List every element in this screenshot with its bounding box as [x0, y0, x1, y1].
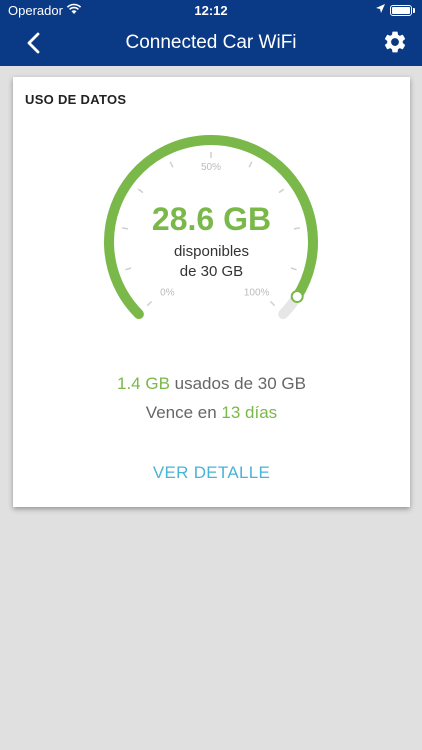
gauge-label-min: 0% — [160, 288, 175, 299]
gauge-tick — [169, 161, 174, 168]
gauge-tick — [269, 300, 276, 307]
gauge-label-mid: 50% — [201, 162, 221, 173]
available-data-total: de 30 GB — [179, 263, 244, 280]
gauge-tick — [146, 300, 153, 307]
navigation-bar: Connected Car WiFi — [0, 22, 422, 66]
expiry-value: 13 días — [221, 403, 278, 422]
page-title: Connected Car WiFi — [125, 32, 297, 53]
gear-icon — [384, 31, 406, 53]
status-time: 12:12 — [194, 3, 228, 18]
data-usage-card: USO DE DATOS 0% 50% 100% 28.6 GB disponi… — [13, 77, 410, 507]
expiry-prefix: Vence en — [145, 403, 222, 422]
location-arrow-icon — [375, 3, 386, 18]
gauge-knob — [290, 290, 304, 304]
expiry-line: Vence en 13 días — [13, 403, 410, 423]
available-data-value: 28.6 GB — [151, 201, 272, 237]
status-bar: Operador 12:12 — [0, 0, 422, 22]
battery-icon — [390, 5, 415, 16]
gauge-label-max: 100% — [244, 288, 270, 299]
gauge-tick — [248, 161, 253, 168]
view-detail-link[interactable]: VER DETALLE — [13, 463, 410, 483]
settings-button[interactable] — [382, 29, 408, 55]
used-data-line: 1.4 GB usados de 30 GB — [13, 374, 410, 394]
top-bar: Operador 12:12 Connected Car WiFi — [0, 0, 422, 66]
gauge-tick — [278, 188, 285, 194]
used-data-value: 1.4 GB — [116, 374, 170, 393]
gauge-tick — [137, 188, 144, 194]
used-data-text: usados de 30 GB — [169, 374, 306, 393]
available-data-label: disponibles — [173, 243, 250, 260]
